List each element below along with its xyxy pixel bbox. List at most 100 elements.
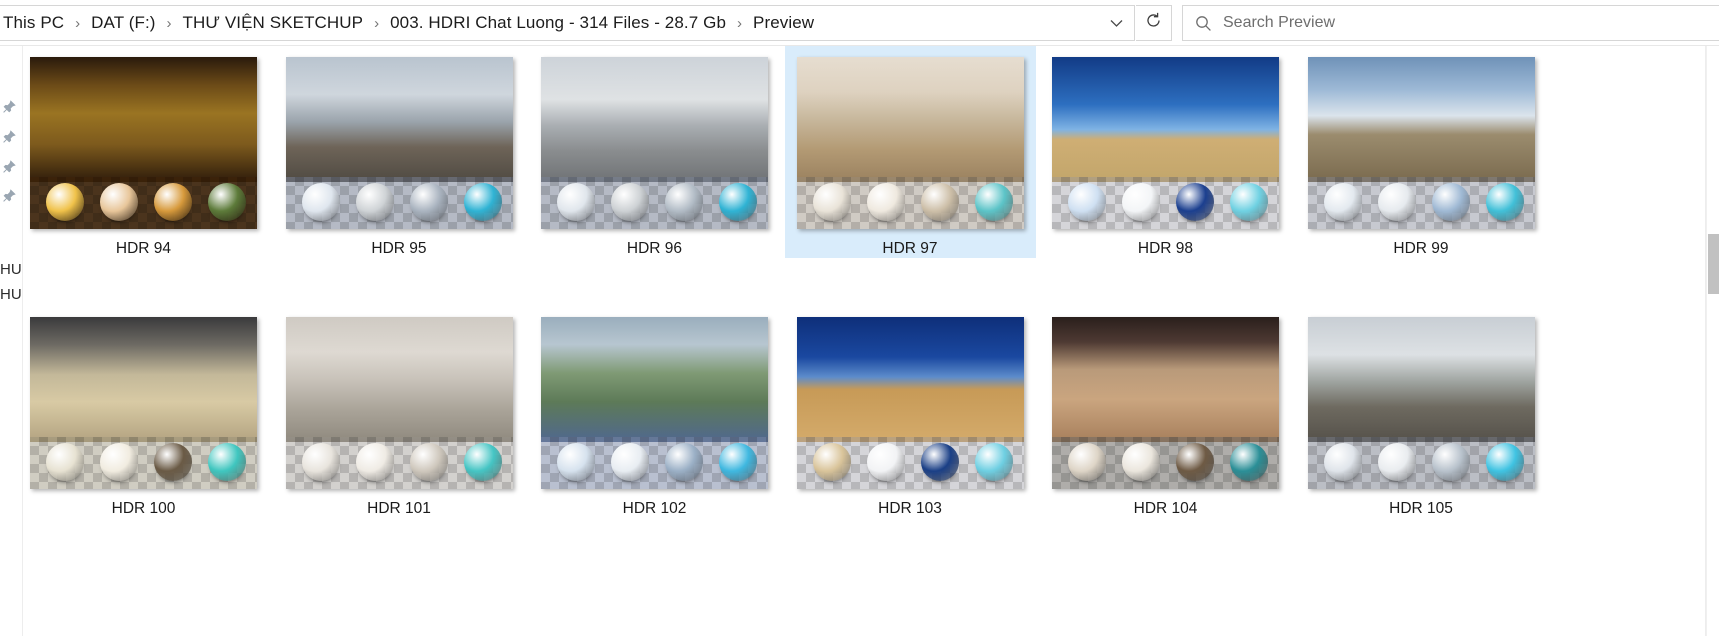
preview-sphere: [974, 443, 1013, 481]
file-gallery[interactable]: HDR 94 HDR 95 HDR 96 HDR 97 HDR 98 HDR 99 HDR …: [23, 46, 1706, 636]
thumbnail-image[interactable]: [1052, 317, 1279, 489]
material-preview-floor: [796, 437, 1024, 489]
gallery-item[interactable]: HDR 95: [274, 46, 525, 258]
vertical-scrollbar[interactable]: [1706, 46, 1719, 636]
search-input[interactable]: Search Preview: [1223, 14, 1335, 32]
refresh-button[interactable]: [1136, 5, 1172, 41]
breadcrumb-item-hdri-chat-luong[interactable]: 003. HDRI Chat Luong - 314 Files - 28.7 …: [386, 11, 730, 35]
material-preview-floor: [796, 177, 1024, 229]
preview-sphere: [1176, 183, 1214, 221]
preview-sphere: [100, 183, 138, 221]
gallery-item[interactable]: HDR 103: [785, 267, 1036, 518]
thumbnail-image[interactable]: [796, 57, 1024, 229]
preview-sphere: [1068, 443, 1106, 481]
preview-sphere: [1377, 443, 1416, 481]
address-bar: This PC › DAT (F:) › THƯ VIỆN SKETCHUP ›…: [0, 0, 1719, 46]
preview-sphere: [1377, 183, 1416, 221]
search-box[interactable]: Search Preview: [1182, 5, 1719, 41]
hdri-panorama: [285, 57, 513, 182]
gallery-item-label: HDR 101: [367, 500, 431, 517]
scrollbar-thumb[interactable]: [1708, 234, 1719, 294]
material-preview-floor: [541, 177, 768, 229]
search-icon: [1183, 15, 1223, 32]
breadcrumb-item-this-pc[interactable]: This PC: [0, 11, 68, 35]
gallery-item-label: HDR 104: [1133, 500, 1198, 517]
gallery-item-label: HDR 102: [622, 500, 687, 517]
gallery-item[interactable]: HDR 99: [1296, 46, 1547, 258]
preview-sphere: [665, 183, 703, 221]
gallery-item[interactable]: HDR 104: [1040, 267, 1291, 518]
gallery-item[interactable]: HDR 97: [784, 46, 1036, 258]
gallery-item-label: HDR 98: [1137, 240, 1194, 257]
preview-sphere: [463, 443, 502, 481]
hdri-panorama: [1052, 57, 1279, 182]
thumbnail-image[interactable]: [30, 57, 257, 229]
gallery-item-label: HDR 105: [1389, 500, 1453, 517]
thumbnail-image[interactable]: [541, 317, 768, 489]
gallery-item[interactable]: HDR 102: [529, 267, 780, 518]
preview-sphere: [463, 183, 502, 221]
chevron-down-icon[interactable]: [1098, 6, 1134, 40]
preview-sphere: [557, 183, 595, 221]
refresh-icon: [1145, 12, 1162, 34]
preview-sphere: [920, 183, 959, 221]
gallery-item-label: HDR 96: [626, 240, 683, 257]
gallery-item-label: HDR 94: [115, 240, 172, 257]
preview-sphere: [1485, 183, 1524, 221]
gallery-item[interactable]: HDR 94: [23, 46, 269, 258]
preview-sphere: [1230, 183, 1268, 221]
preview-sphere: [208, 443, 246, 481]
preview-sphere: [611, 443, 649, 481]
preview-sphere: [719, 183, 757, 221]
pin-icon: [2, 100, 16, 114]
preview-sphere: [1176, 443, 1214, 481]
gallery-item-label: HDR 95: [371, 240, 427, 257]
breadcrumb-separator: ›: [374, 14, 380, 32]
breadcrumb-item-preview[interactable]: Preview: [749, 11, 818, 35]
preview-sphere: [355, 183, 394, 221]
thumbnail-image[interactable]: [285, 317, 513, 489]
preview-sphere: [1431, 183, 1470, 221]
thumbnail-image[interactable]: [541, 57, 768, 229]
breadcrumb-separator: ›: [166, 14, 172, 32]
preview-sphere: [208, 183, 246, 221]
preview-sphere: [409, 443, 448, 481]
preview-sphere: [557, 443, 595, 481]
nav-item-clipped[interactable]: HU: [0, 286, 22, 303]
hdri-panorama: [1307, 317, 1535, 442]
thumbnail-image[interactable]: [1307, 317, 1535, 489]
thumbnail-image[interactable]: [1307, 57, 1535, 229]
thumbnail-image[interactable]: [1052, 57, 1279, 229]
hdri-panorama: [285, 317, 513, 442]
hdri-panorama: [1052, 317, 1279, 442]
hdri-panorama: [541, 57, 768, 182]
preview-sphere: [1122, 183, 1160, 221]
material-preview-floor: [30, 437, 257, 489]
breadcrumb-bar[interactable]: This PC › DAT (F:) › THƯ VIỆN SKETCHUP ›…: [0, 5, 1135, 41]
thumbnail-image[interactable]: [285, 57, 513, 229]
gallery-item-label: HDR 97: [882, 240, 938, 257]
gallery-item[interactable]: HDR 96: [529, 46, 780, 258]
preview-sphere: [355, 443, 394, 481]
pin-icon: [2, 189, 16, 203]
preview-sphere: [866, 443, 905, 481]
navigation-pane[interactable]: HU HU: [0, 46, 23, 636]
preview-sphere: [1068, 183, 1106, 221]
gallery-item[interactable]: HDR 105: [1296, 267, 1547, 518]
preview-sphere: [46, 443, 84, 481]
preview-sphere: [812, 443, 851, 481]
gallery-item[interactable]: HDR 100: [23, 267, 269, 518]
gallery-item[interactable]: HDR 101: [274, 267, 525, 518]
nav-item-clipped[interactable]: HU: [0, 261, 22, 278]
material-preview-floor: [1307, 437, 1535, 489]
breadcrumb-item-thu-vien-sketchup[interactable]: THƯ VIỆN SKETCHUP: [179, 11, 368, 35]
preview-sphere: [409, 183, 448, 221]
thumbnail-image[interactable]: [796, 317, 1024, 489]
preview-sphere: [812, 183, 851, 221]
thumbnail-image[interactable]: [30, 317, 257, 489]
preview-sphere: [1323, 183, 1362, 221]
breadcrumb-item-dat-f[interactable]: DAT (F:): [87, 11, 159, 35]
breadcrumb-separator: ›: [737, 14, 742, 32]
gallery-item[interactable]: HDR 98: [1040, 46, 1291, 258]
material-preview-floor: [1307, 177, 1535, 229]
